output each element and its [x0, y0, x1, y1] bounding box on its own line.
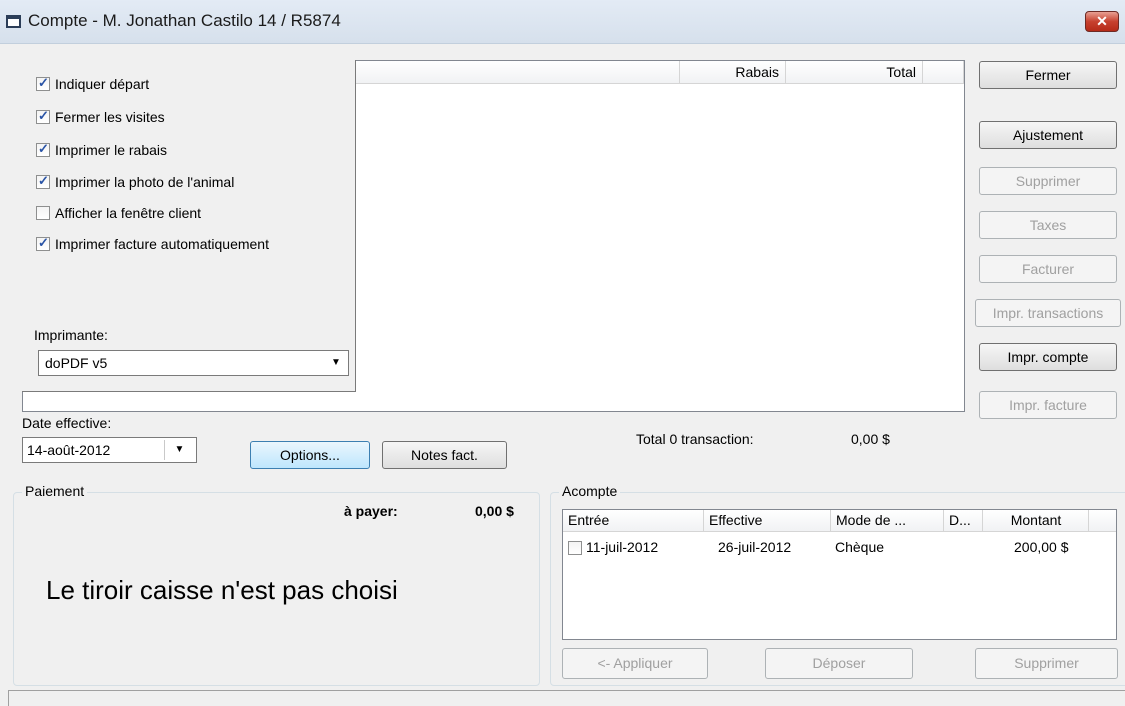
status-bar	[8, 690, 1125, 706]
cell-entree: 11-juil-2012	[586, 539, 659, 555]
ajustement-button[interactable]: Ajustement	[979, 121, 1117, 149]
checkbox-box[interactable]: ✓	[36, 141, 50, 157]
total-transactions-label: Total 0 transaction:	[636, 431, 754, 447]
window-title: Compte - M. Jonathan Castilo 14 / R5874	[28, 11, 341, 30]
printer-value: doPDF v5	[45, 355, 108, 371]
printer-select[interactable]: doPDF v5 ▼	[38, 350, 349, 376]
column-header-extra[interactable]	[923, 61, 964, 84]
checkbox-indiquer-depart[interactable]: ✓ Indiquer départ	[36, 75, 150, 96]
close-button[interactable]: ✕	[1085, 11, 1119, 32]
impr-transactions-button[interactable]: Impr. transactions	[975, 299, 1121, 327]
printer-label: Imprimante:	[34, 327, 108, 343]
impr-facture-button[interactable]: Impr. facture	[979, 391, 1117, 419]
cell-mode: Chèque	[835, 539, 885, 555]
options-button[interactable]: Options...	[250, 441, 370, 469]
column-header-d[interactable]: D...	[944, 510, 983, 532]
chevron-down-icon[interactable]: ▼	[326, 353, 346, 373]
checkbox-label: Imprimer le rabais	[55, 142, 168, 158]
a-payer-value: 0,00 $	[475, 503, 514, 519]
title-bar: Compte - M. Jonathan Castilo 14 / R5874 …	[0, 0, 1125, 44]
column-header-entree[interactable]: Entrée	[563, 510, 704, 532]
row-checkbox[interactable]: ✓	[568, 541, 582, 555]
total-transactions-value: 0,00 $	[851, 431, 890, 447]
a-payer-label: à payer:	[344, 503, 398, 519]
checkbox-box[interactable]: ✓	[36, 206, 50, 220]
column-header-total[interactable]: Total	[786, 61, 923, 84]
impr-compte-button[interactable]: Impr. compte	[979, 343, 1117, 371]
fermer-button[interactable]: Fermer	[979, 61, 1117, 89]
column-header-montant[interactable]: Montant	[983, 510, 1089, 532]
notes-fact-button[interactable]: Notes fact.	[382, 441, 507, 469]
taxes-button[interactable]: Taxes	[979, 211, 1117, 239]
checkbox-imprimer-facture-auto[interactable]: ✓ Imprimer facture automatiquement	[36, 235, 269, 256]
date-effective-picker[interactable]: 14-août-2012 ▼	[22, 437, 197, 463]
checkbox-label: Indiquer départ	[55, 76, 150, 92]
cell-montant: 200,00 $	[1014, 539, 1069, 555]
paiement-legend: Paiement	[22, 483, 88, 499]
checkbox-label: Fermer les visites	[55, 109, 165, 125]
checkbox-label: Imprimer la photo de l'animal	[55, 174, 235, 190]
paiement-group: Paiement à payer: 0,00 $ Le tiroir caiss…	[13, 483, 540, 686]
table-row[interactable]: ✓ 11-juil-2012 26-juil-2012 Chèque 200,0…	[563, 538, 1116, 558]
appliquer-button[interactable]: <- Appliquer	[562, 648, 708, 679]
deposer-button[interactable]: Déposer	[765, 648, 913, 679]
checkbox-box[interactable]: ✓	[36, 173, 50, 189]
date-effective-label: Date effective:	[22, 415, 112, 431]
column-header-mode[interactable]: Mode de ...	[831, 510, 944, 532]
checkbox-box[interactable]: ✓	[36, 108, 50, 124]
supprimer-button[interactable]: Supprimer	[979, 167, 1117, 195]
options-panel: ✓ Indiquer départ ✓ Fermer les visites ✓ Im…	[22, 60, 356, 392]
checkbox-afficher-fenetre-client[interactable]: ✓ Afficher la fenêtre client	[36, 205, 201, 225]
column-header-rabais[interactable]: Rabais	[680, 61, 786, 84]
column-header-extra[interactable]	[1089, 510, 1116, 532]
checkbox-box[interactable]: ✓	[36, 75, 50, 91]
cash-drawer-message: Le tiroir caisse n'est pas choisi	[46, 575, 398, 605]
cell-effective: 26-juil-2012	[718, 539, 792, 555]
acompte-supprimer-button[interactable]: Supprimer	[975, 648, 1118, 679]
checkbox-imprimer-rabais[interactable]: ✓ Imprimer le rabais	[36, 141, 168, 162]
acompte-list[interactable]: Entrée Effective Mode de ... D... Montan…	[562, 509, 1117, 640]
window-icon	[6, 15, 21, 28]
acompte-legend: Acompte	[559, 483, 621, 499]
chevron-down-icon[interactable]: ▼	[164, 440, 194, 460]
checkbox-box[interactable]: ✓	[36, 235, 50, 251]
date-effective-value: 14-août-2012	[27, 442, 111, 458]
checkbox-label: Imprimer facture automatiquement	[55, 236, 269, 252]
checkbox-fermer-visites[interactable]: ✓ Fermer les visites	[36, 108, 165, 129]
facturer-button[interactable]: Facturer	[979, 255, 1117, 283]
checkbox-label: Afficher la fenêtre client	[55, 205, 202, 221]
column-header-effective[interactable]: Effective	[704, 510, 831, 532]
checkbox-imprimer-photo[interactable]: ✓ Imprimer la photo de l'animal	[36, 173, 235, 194]
